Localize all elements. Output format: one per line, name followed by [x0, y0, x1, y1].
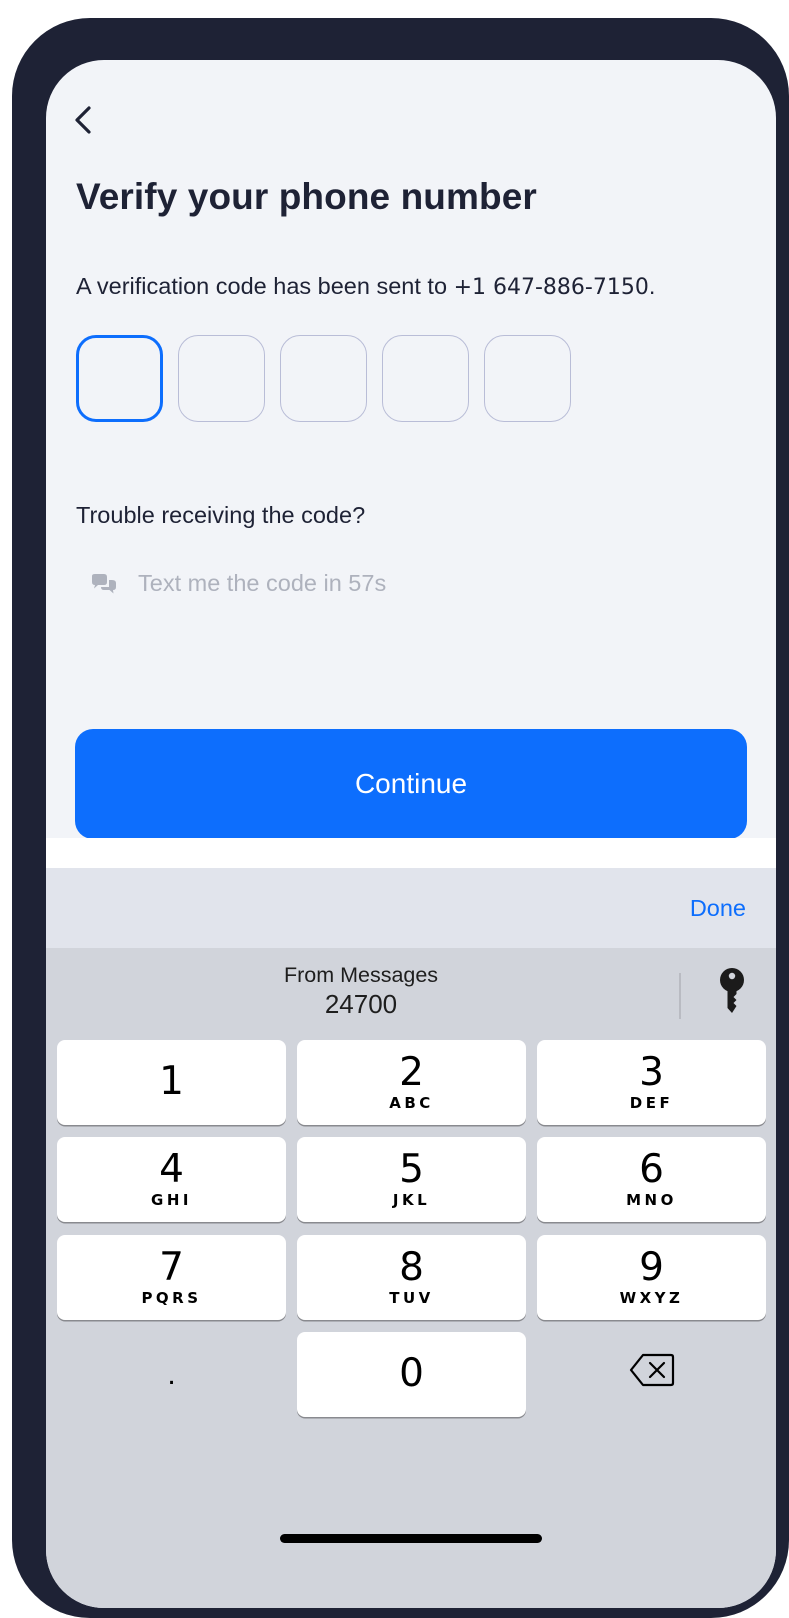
trouble-receiving-label: Trouble receiving the code?	[76, 502, 366, 528]
key-digit: 9	[639, 1245, 664, 1290]
key-letters: DEF	[629, 1094, 674, 1112]
app-screen: Verify your phone number A verification …	[46, 60, 776, 1608]
code-digit-input-2[interactable]	[178, 335, 265, 422]
delete-backspace-icon	[629, 1353, 674, 1387]
key-digit: 0	[399, 1351, 424, 1396]
keypad-key-6[interactable]: 6 MNO	[537, 1137, 766, 1222]
verification-message-text: A verification code has been sent to	[76, 273, 454, 299]
key-digit: 6	[639, 1147, 664, 1192]
key-digit: 4	[159, 1147, 184, 1192]
autofill-code-suggestion[interactable]: From Messages 24700	[226, 962, 496, 1020]
code-digit-input-3[interactable]	[280, 335, 367, 422]
code-input-group	[76, 335, 571, 422]
key-icon	[720, 968, 744, 1013]
verification-message-suffix: .	[648, 273, 656, 299]
done-button[interactable]: Done	[690, 868, 746, 948]
key-letters: JKL	[392, 1191, 431, 1209]
key-letters: GHI	[151, 1191, 192, 1209]
key-digit: 7	[159, 1245, 184, 1290]
key-letters: PQRS	[141, 1289, 202, 1307]
key-digit: 5	[399, 1147, 424, 1192]
resend-code-label: Text me the code in 57s	[138, 570, 387, 596]
phone-number: +1 647-886-7150	[453, 275, 649, 300]
continue-button[interactable]: Continue	[75, 729, 747, 839]
key-digit: 3	[639, 1050, 664, 1095]
code-digit-input-5[interactable]	[484, 335, 571, 422]
keypad-key-7[interactable]: 7 PQRS	[57, 1235, 286, 1320]
verification-message: A verification code has been sent to +1 …	[76, 273, 655, 300]
resend-code-button[interactable]: Text me the code in 57s	[90, 570, 386, 597]
keypad-key-1[interactable]: 1	[57, 1040, 286, 1125]
keyboard-accessory-bar: Done	[46, 868, 776, 948]
key-letters: WXYZ	[619, 1289, 684, 1307]
keypad-key-4[interactable]: 4 GHI	[57, 1137, 286, 1222]
key-letters: ABC	[389, 1094, 434, 1112]
chevron-left-icon	[75, 106, 91, 134]
code-digit-input-1[interactable]	[76, 335, 163, 422]
keypad-key-2[interactable]: 2 ABC	[297, 1040, 526, 1125]
suggestion-code-value: 24700	[324, 989, 398, 1019]
keypad-key-8[interactable]: 8 TUV	[297, 1235, 526, 1320]
keypad-key-5[interactable]: 5 JKL	[297, 1137, 526, 1222]
content-bottom-edge	[46, 838, 776, 868]
code-digit-input-4[interactable]	[382, 335, 469, 422]
back-button[interactable]	[68, 100, 98, 140]
phone-frame: Verify your phone number A verification …	[12, 18, 789, 1618]
suggestion-divider	[679, 973, 681, 1019]
home-indicator	[280, 1534, 542, 1543]
keypad-key-0[interactable]: 0	[297, 1332, 526, 1417]
keypad-key-3[interactable]: 3 DEF	[537, 1040, 766, 1125]
key-letters: MNO	[626, 1191, 677, 1209]
key-digit: 2	[399, 1050, 424, 1095]
suggestion-source-label: From Messages	[283, 963, 439, 987]
key-digit: 1	[159, 1059, 184, 1104]
key-digit: 8	[399, 1245, 424, 1290]
key-letters: TUV	[389, 1289, 434, 1307]
keypad-delete-button[interactable]	[537, 1332, 766, 1417]
password-key-button[interactable]	[712, 964, 752, 1024]
chat-bubbles-icon	[90, 573, 118, 595]
page-title: Verify your phone number	[76, 176, 537, 217]
keypad-key-dot[interactable]: .	[57, 1332, 286, 1417]
numeric-keyboard: From Messages 24700 1 2 ABC 3 DEF 4 GHI …	[46, 948, 776, 1608]
keypad-key-9[interactable]: 9 WXYZ	[537, 1235, 766, 1320]
